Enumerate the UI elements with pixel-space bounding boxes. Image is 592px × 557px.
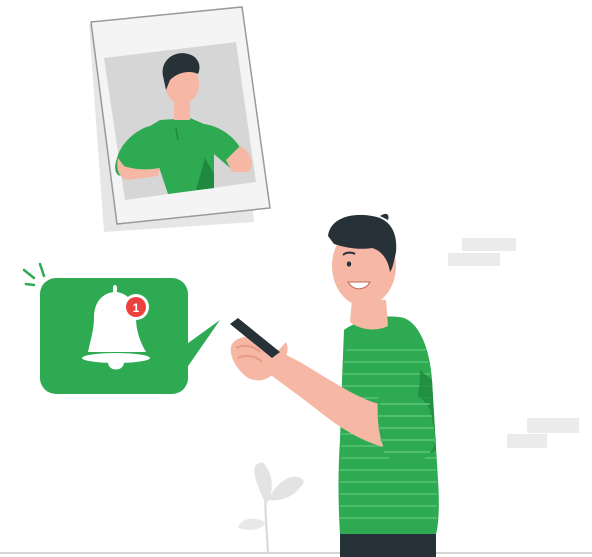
person xyxy=(230,213,439,557)
badge-count: 1 xyxy=(133,301,140,315)
notification-bubble: 1 xyxy=(40,278,220,394)
plant-icon xyxy=(238,462,304,554)
notification-badge: 1 xyxy=(123,294,149,320)
alert-lines-icon xyxy=(22,262,46,287)
illustration: 1 xyxy=(0,6,592,557)
photo-frame-icon xyxy=(89,6,271,232)
wall-bricks xyxy=(448,238,579,448)
